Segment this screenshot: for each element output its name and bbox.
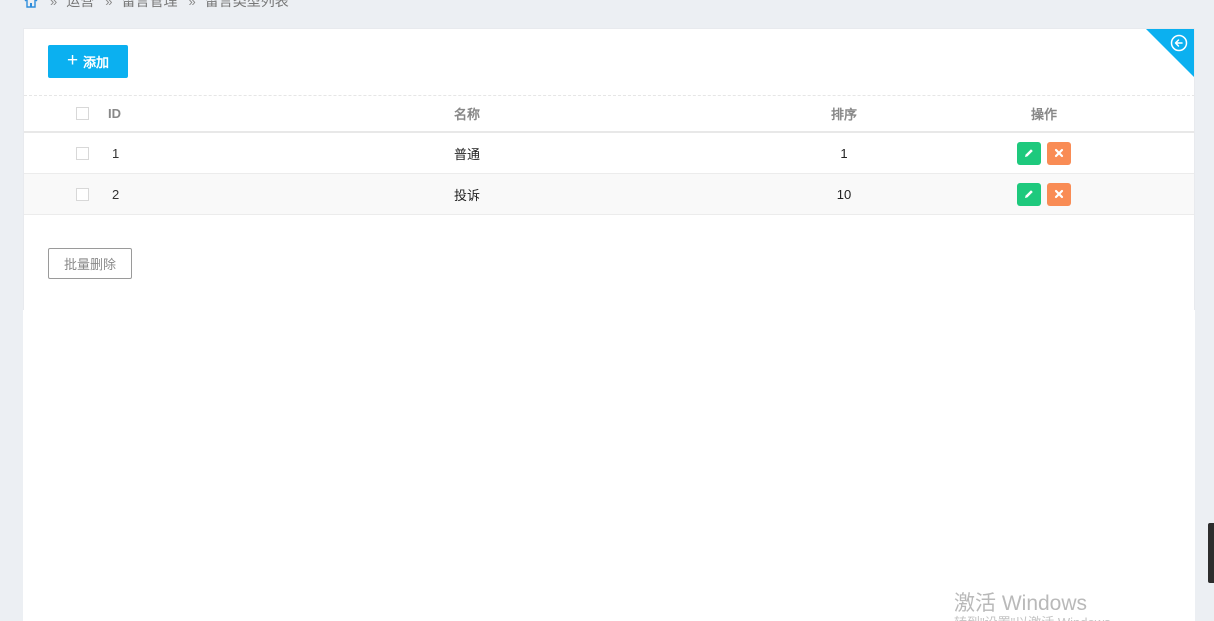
select-all-checkbox[interactable] <box>76 107 89 120</box>
message-type-table: ID 名称 排序 操作 1 普通 1 2 投诉 10 <box>24 95 1194 215</box>
delete-button[interactable] <box>1047 182 1071 206</box>
cell-sort: 10 <box>836 186 852 202</box>
add-button[interactable]: + 添加 <box>48 45 128 78</box>
batch-delete-button[interactable]: 批量删除 <box>48 248 132 279</box>
close-icon <box>1054 148 1064 158</box>
breadcrumb-item-operations[interactable]: 运营 <box>66 0 94 11</box>
cell-id: 1 <box>112 145 120 161</box>
home-icon[interactable] <box>23 0 39 9</box>
content-panel: + 添加 ID 名称 排序 操作 1 普通 1 2 投诉 10 批量删除 <box>23 28 1195 310</box>
delete-button[interactable] <box>1047 141 1071 165</box>
header-id[interactable]: ID <box>108 96 168 131</box>
add-button-label: 添加 <box>83 55 110 70</box>
breadcrumb-separator: » <box>50 0 58 9</box>
table-row: 1 普通 1 <box>24 133 1194 174</box>
pencil-icon <box>1025 190 1033 198</box>
header-sort[interactable]: 排序 <box>784 96 904 131</box>
table-header-row: ID 名称 排序 操作 <box>24 96 1194 133</box>
pencil-icon <box>1025 149 1033 157</box>
breadcrumb-separator: » <box>188 0 196 9</box>
cell-name: 投诉 <box>453 187 480 203</box>
breadcrumb: » 运营 » 留言管理 » 留言类型列表 <box>23 0 289 9</box>
content-area-blank <box>23 310 1195 621</box>
activation-watermark-subtitle: 转到"设置"以激活 Windows。 <box>954 612 1124 621</box>
row-checkbox[interactable] <box>76 146 89 160</box>
row-checkbox[interactable] <box>76 187 89 201</box>
header-name: 名称 <box>453 107 480 122</box>
edit-button[interactable] <box>1017 182 1041 206</box>
cell-id: 2 <box>112 186 120 202</box>
back-corner-button[interactable] <box>1146 29 1194 77</box>
cell-name: 普通 <box>453 146 480 162</box>
scrollbar-handle[interactable] <box>1208 523 1214 583</box>
table-row: 2 投诉 10 <box>24 174 1194 215</box>
cell-sort: 1 <box>840 145 848 161</box>
plus-icon: + <box>66 50 79 71</box>
breadcrumb-separator: » <box>105 0 113 9</box>
breadcrumb-item-message-management[interactable]: 留言管理 <box>121 0 177 11</box>
edit-button[interactable] <box>1017 141 1041 165</box>
breadcrumb-item-message-type-list: 留言类型列表 <box>204 0 289 9</box>
close-icon <box>1054 189 1064 199</box>
header-operation: 操作 <box>1030 107 1057 122</box>
